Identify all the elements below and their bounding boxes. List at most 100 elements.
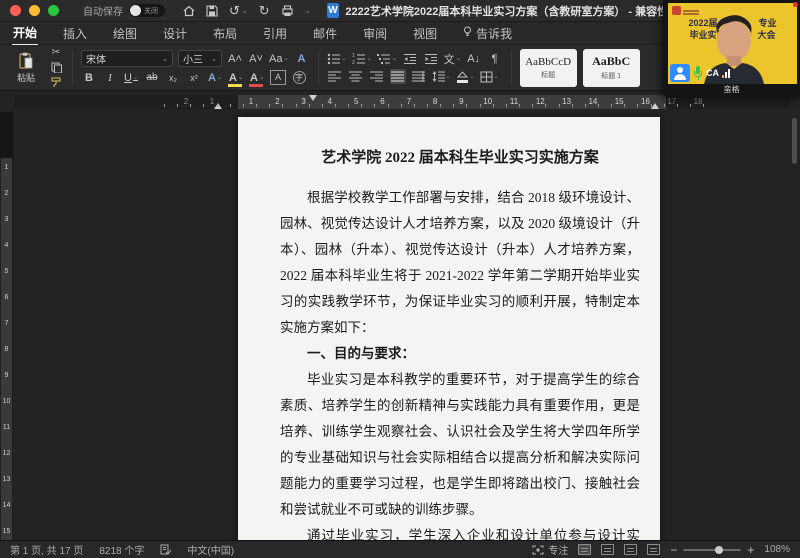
page-indicator[interactable]: 第 1 页, 共 17 页	[10, 542, 83, 557]
undo-icon[interactable]: ↺⌄	[229, 3, 248, 19]
change-case-button[interactable]: Aa⌄	[269, 51, 289, 66]
toolbar-more-caret[interactable]: ⌄	[305, 7, 311, 15]
zoom-level[interactable]: 108%	[764, 544, 790, 555]
distribute-icon[interactable]	[411, 69, 427, 84]
word-count[interactable]: 8218 个字	[99, 542, 144, 557]
align-right-icon[interactable]	[369, 69, 385, 84]
style-normal[interactable]: AaBbCcD 标题	[520, 49, 577, 87]
ruler-tick	[585, 104, 586, 107]
microphone-icon[interactable]	[693, 65, 703, 81]
superscript-button[interactable]: x²	[186, 70, 202, 85]
zoom-out-icon[interactable]: −	[670, 543, 677, 557]
autosave-toggle[interactable]: 关闭	[129, 4, 165, 17]
shrink-font-button[interactable]: A˅	[248, 51, 264, 66]
copy-icon[interactable]	[48, 62, 64, 74]
decrease-indent-icon[interactable]	[402, 51, 418, 66]
ruler-number: 1	[0, 164, 13, 171]
multilevel-list-icon[interactable]: ⌄	[377, 51, 397, 66]
web-layout-view-button[interactable]	[624, 544, 637, 555]
ruler-tick	[480, 104, 481, 107]
style-label: 标题 1	[601, 71, 621, 81]
ruler-number: 9	[459, 97, 463, 106]
zoom-slider[interactable]: − +	[670, 543, 754, 557]
tab-design[interactable]: 设计	[162, 22, 188, 45]
shading-icon[interactable]: ⌄	[456, 69, 475, 84]
print-icon[interactable]	[281, 5, 294, 17]
subscript-button[interactable]: x₂	[165, 70, 181, 85]
zoom-window-button[interactable]	[48, 5, 59, 16]
video-feed: 2022届 口口口口 专业 毕业实习 口口口 大会 CA	[668, 3, 797, 84]
numbered-list-icon[interactable]: 12⌄	[352, 51, 372, 66]
strikethrough-button[interactable]: ab	[144, 70, 160, 85]
vertical-ruler[interactable]: 123456789101112131415	[0, 112, 13, 540]
justify-icon[interactable]	[390, 69, 406, 84]
pilcrow-icon[interactable]: ¶	[487, 51, 503, 66]
home-icon[interactable]	[183, 5, 195, 17]
read-mode-view-button[interactable]	[601, 544, 614, 555]
vertical-ruler-margin	[0, 112, 13, 158]
tab-draw[interactable]: 绘图	[112, 22, 138, 45]
tab-references[interactable]: 引用	[262, 22, 288, 45]
redo-icon[interactable]: ↻	[259, 3, 270, 19]
document-page[interactable]: 艺术学院 2022 届本科生毕业实习实施方案 根据学校教学工作部署与安排，结合 …	[238, 117, 660, 540]
first-line-indent-marker[interactable]	[309, 95, 317, 101]
bullet-list-icon[interactable]: ⌄	[327, 51, 347, 66]
document-area[interactable]: 123456789101112131415 艺术学院 2022 届本科生毕业实习…	[0, 112, 800, 540]
tab-home[interactable]: 开始	[12, 21, 38, 46]
save-icon[interactable]	[206, 5, 218, 17]
font-size-select[interactable]: 小三⌄	[178, 50, 222, 67]
window-controls	[10, 5, 59, 16]
zoom-in-icon[interactable]: +	[747, 543, 754, 557]
focus-mode-button[interactable]: 专注	[532, 542, 568, 557]
focus-icon	[532, 545, 544, 555]
tab-mailings[interactable]: 邮件	[312, 22, 338, 45]
phonetic-guide-icon[interactable]: 文⌄	[444, 51, 461, 66]
hanging-indent-marker[interactable]	[214, 103, 222, 109]
video-call-overlay[interactable]: 2022届 口口口口 专业 毕业实习 口口口 大会 CA	[663, 0, 800, 97]
align-left-icon[interactable]	[327, 69, 343, 84]
underline-button[interactable]: U⌄	[123, 70, 139, 85]
text-effects-button[interactable]: A⌄	[207, 70, 223, 85]
tab-insert[interactable]: 插入	[62, 22, 88, 45]
print-layout-view-button[interactable]	[578, 544, 591, 555]
character-border-button[interactable]: A	[270, 70, 286, 85]
proofing-status[interactable]	[160, 544, 171, 555]
borders-icon[interactable]: ⌄	[480, 69, 499, 84]
tab-review[interactable]: 审阅	[362, 22, 388, 45]
style-heading-1[interactable]: AaBbC 标题 1	[583, 49, 640, 87]
minimize-window-button[interactable]	[29, 5, 40, 16]
cut-icon[interactable]: ✂	[48, 47, 64, 59]
ruler-tick	[506, 104, 507, 107]
horizontal-ruler[interactable]: 21123456789101112131415161718	[14, 95, 790, 109]
outline-view-button[interactable]	[647, 544, 660, 555]
clear-formatting-button[interactable]: A	[294, 51, 310, 66]
zoom-thumb[interactable]	[715, 546, 723, 554]
increase-indent-icon[interactable]	[423, 51, 439, 66]
ruler-number: 12	[536, 97, 545, 106]
font-color-button[interactable]: A⌄	[249, 70, 265, 85]
participants-icon[interactable]	[670, 64, 690, 82]
bold-button[interactable]: B	[81, 70, 97, 85]
font-name-select[interactable]: 宋体⌄	[81, 50, 173, 67]
document-content[interactable]: 艺术学院 2022 届本科生毕业实习实施方案 根据学校教学工作部署与安排，结合 …	[238, 117, 660, 540]
tab-layout[interactable]: 布局	[212, 22, 238, 45]
zoom-track[interactable]	[683, 549, 741, 551]
ruler-tick	[572, 104, 573, 107]
vertical-scrollbar-thumb[interactable]	[792, 118, 797, 164]
align-center-icon[interactable]	[348, 69, 364, 84]
undo-dropdown-caret[interactable]: ⌄	[242, 7, 248, 15]
sort-icon[interactable]: A↓	[466, 51, 482, 66]
tab-view[interactable]: 视图	[412, 22, 438, 45]
tab-tell-me[interactable]: 告诉我	[462, 22, 513, 45]
paste-button[interactable]: 粘贴	[6, 47, 46, 89]
language-indicator[interactable]: 中文(中国)	[187, 542, 234, 557]
close-window-button[interactable]	[10, 5, 21, 16]
ruler-number: 11	[510, 97, 518, 106]
line-spacing-icon[interactable]: ⌄	[432, 69, 451, 84]
italic-button[interactable]: I	[102, 70, 118, 85]
format-painter-icon[interactable]	[48, 77, 64, 89]
grow-font-button[interactable]: A˄	[227, 51, 243, 66]
highlight-color-button[interactable]: A⌄	[228, 70, 244, 85]
enclose-character-button[interactable]: 字	[291, 70, 307, 85]
right-indent-marker[interactable]	[651, 103, 659, 109]
